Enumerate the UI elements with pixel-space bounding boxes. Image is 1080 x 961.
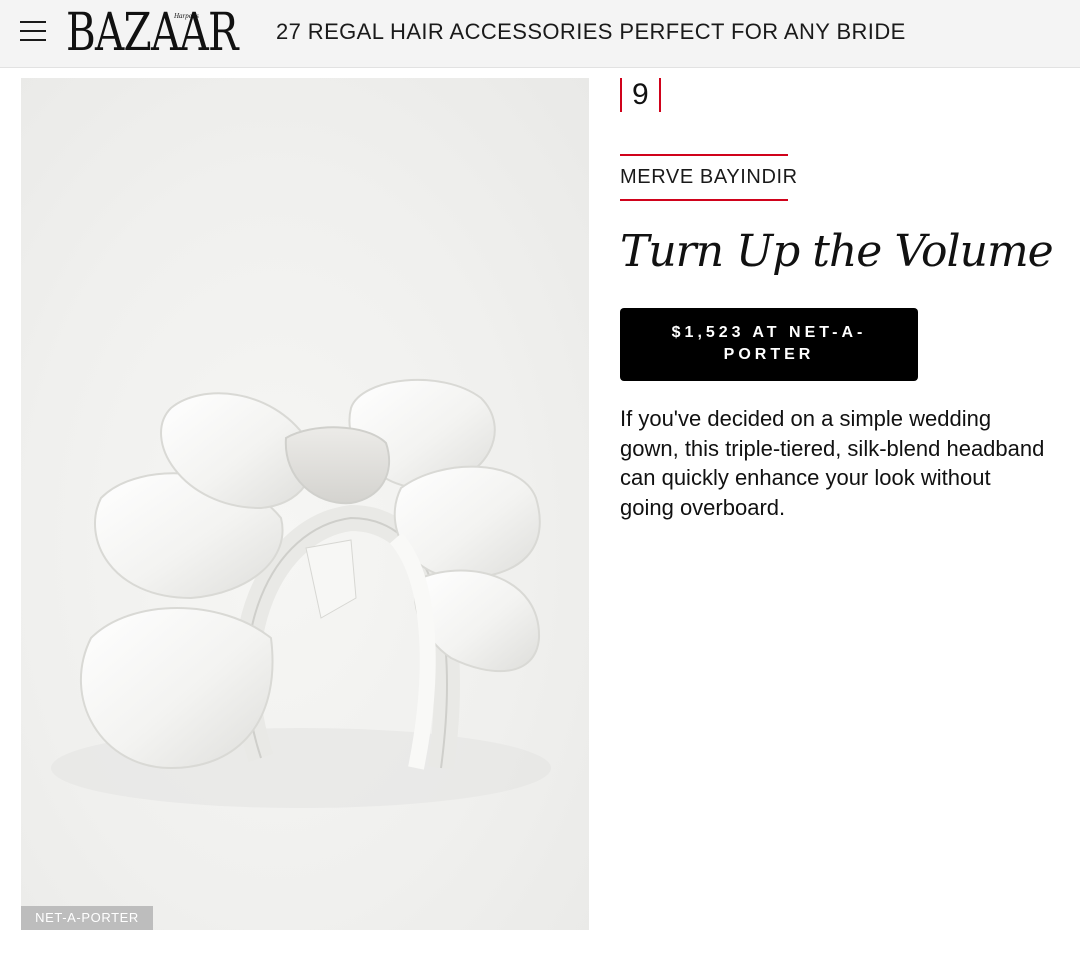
menu-line [20,39,46,41]
menu-line [20,30,46,32]
site-header: BAZAAR Harper's 27 REGAL HAIR ACCESSORIE… [0,0,1080,68]
image-credit: NET-A-PORTER [21,906,153,930]
hamburger-menu-icon[interactable] [20,19,46,43]
item-number: 9 [620,78,661,112]
headband-illustration [51,378,551,808]
logo-wordmark: BAZAAR [66,3,239,63]
product-image[interactable] [21,78,589,930]
buy-button[interactable]: $1,523 AT NET-A-PORTER [620,308,918,381]
brand-divider-bottom [620,199,788,201]
article-title: 27 REGAL HAIR ACCESSORIES PERFECT FOR AN… [276,19,906,44]
site-logo[interactable]: BAZAAR Harper's [66,4,252,62]
brand-name[interactable]: MERVE BAYINDIR [620,166,798,189]
menu-line [20,21,46,23]
brand-divider-top [620,154,788,156]
product-title: Turn Up the Volume [620,226,1054,277]
logo-harpers: Harper's [174,12,199,20]
product-description: If you've decided on a simple wedding go… [620,406,1045,520]
